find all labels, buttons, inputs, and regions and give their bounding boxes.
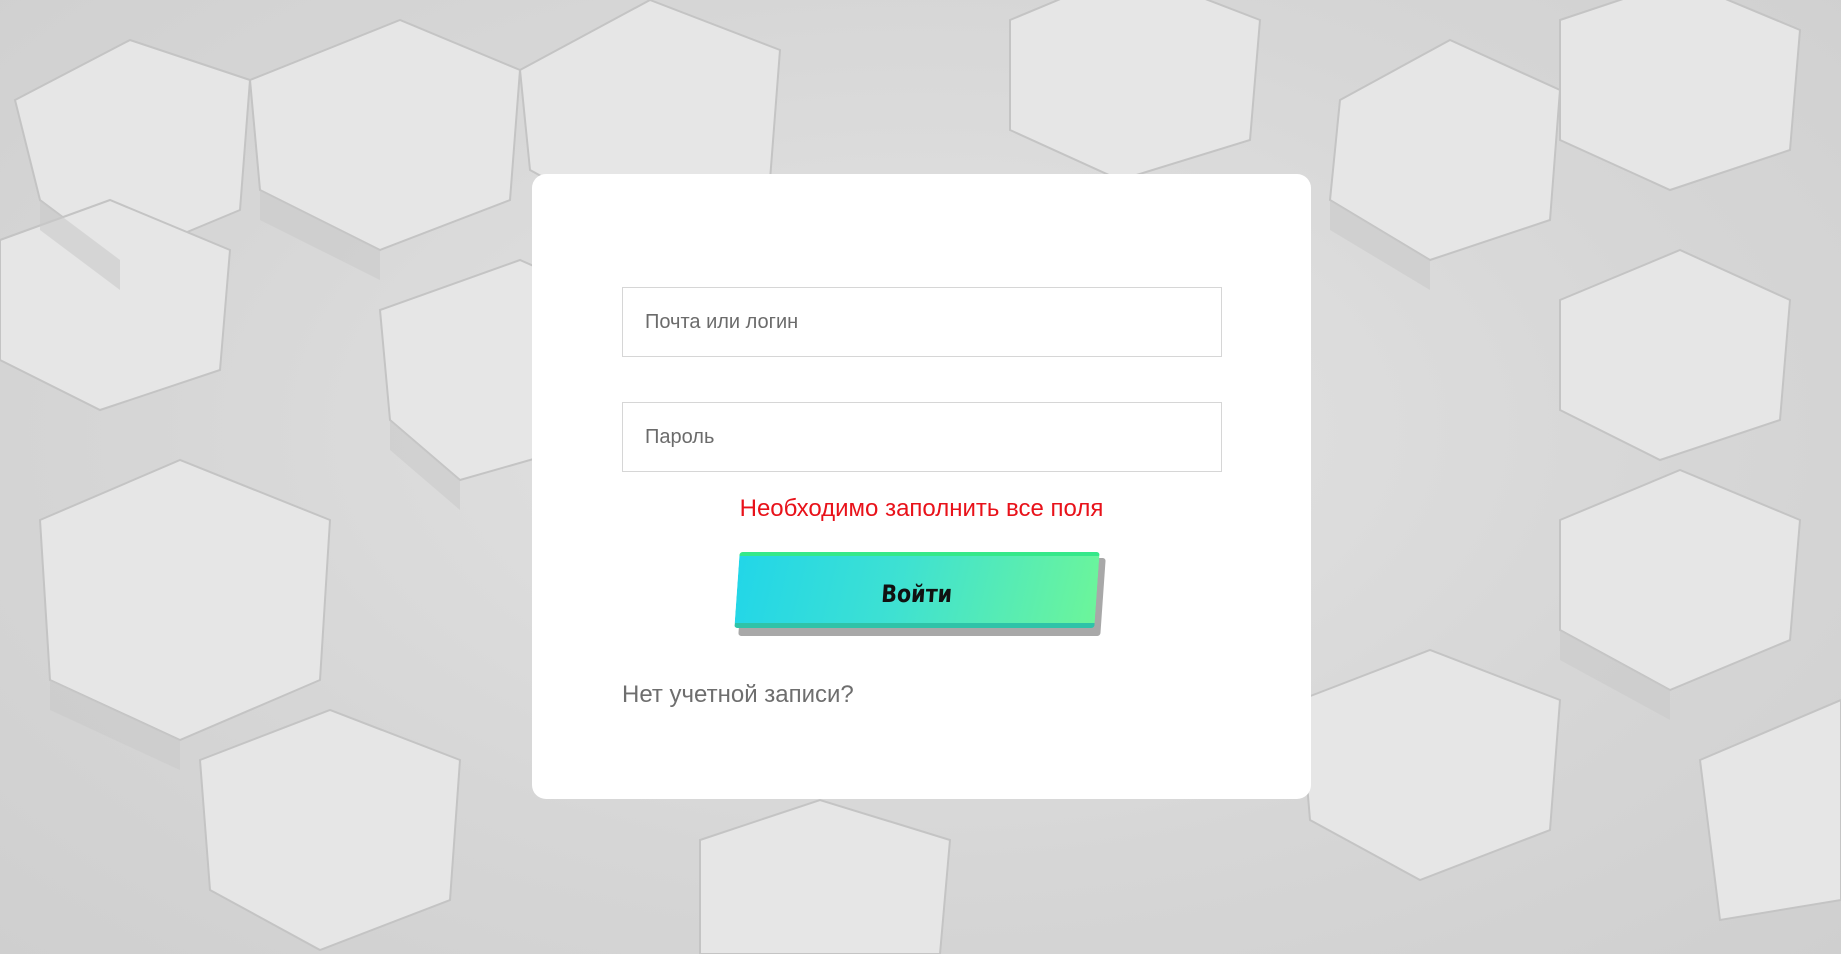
login-input[interactable] — [622, 287, 1222, 357]
login-button[interactable]: Войти — [734, 552, 1100, 628]
login-card: Необходимо заполнить все поля Войти Нет … — [532, 174, 1311, 799]
password-input[interactable] — [622, 402, 1222, 472]
login-button-wrapper: Войти — [734, 552, 1107, 642]
login-button-label: Войти — [880, 580, 954, 608]
error-message: Необходимо заполнить все поля — [739, 495, 1104, 522]
signup-link[interactable]: Нет учетной записи? — [622, 681, 854, 709]
